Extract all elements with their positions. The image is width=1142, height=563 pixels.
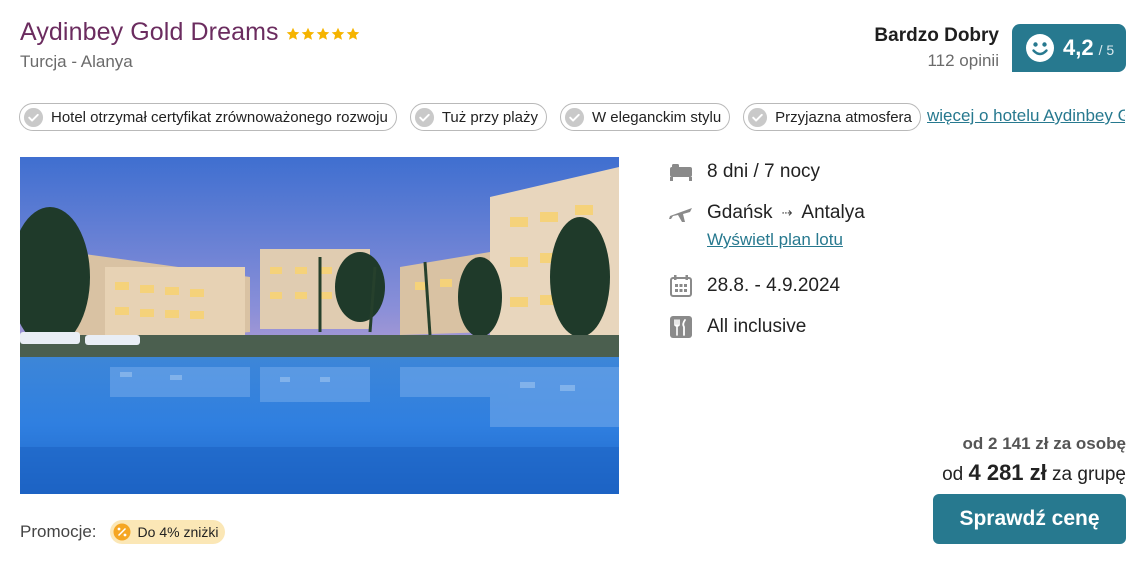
check-circle-icon	[23, 107, 44, 127]
star-icon	[331, 27, 344, 40]
arrival-city: Antalya	[801, 202, 865, 223]
price-per-person: od 2 141 zł za osobę	[962, 434, 1126, 453]
dates-row: 28.8. - 4.9.2024	[668, 271, 865, 301]
more-about-hotel-link[interactable]: więcej o hotelu Aydinbey Gold Dreams	[927, 106, 1125, 126]
rating-badge[interactable]: 4,2 / 5	[1012, 24, 1126, 72]
star-icon	[286, 27, 299, 40]
bed-icon	[670, 164, 692, 181]
promotions: Promocje: Do 4% zniżki	[20, 520, 226, 544]
price-group: od 4 281 zł za grupę	[942, 460, 1126, 486]
rating-score: 4,2	[1063, 35, 1094, 60]
promo-badge-text: Do 4% zniżki	[137, 524, 219, 540]
check-circle-icon	[564, 107, 584, 127]
tag-atmosphere[interactable]: Przyjazna atmosfera	[743, 103, 921, 131]
board-row: All inclusive	[668, 312, 865, 342]
star-rating	[286, 27, 360, 41]
tag-sustainability[interactable]: Hotel otrzymał certyfikat zrównoważonego…	[19, 103, 397, 131]
tag-beach[interactable]: Tuż przy plaży	[409, 103, 547, 131]
price-group-suffix: za grupę	[1052, 464, 1126, 485]
trip-dates: 28.8. - 4.9.2024	[707, 275, 841, 296]
pool-scene-image	[20, 157, 619, 494]
review-count: 112 opinii	[927, 51, 999, 70]
hotel-photo[interactable]	[20, 157, 619, 494]
smiley-icon	[1026, 34, 1054, 62]
discount-icon	[113, 523, 131, 541]
trip-duration: 8 dni / 7 nocy	[707, 161, 821, 182]
tag-label: Przyjazna atmosfera	[775, 108, 912, 126]
price-group-prefix: od	[942, 464, 964, 485]
hotel-title-row: Aydinbey Gold Dreams	[20, 18, 360, 47]
rating-summary[interactable]: Bardzo Dobry 112 opinii	[874, 25, 999, 71]
tag-label: Hotel otrzymał certyfikat zrównoważonego…	[51, 108, 388, 126]
tag-elegant[interactable]: W eleganckim stylu	[559, 103, 731, 131]
trip-info: 8 dni / 7 nocy Gdańsk ⇢ Antalya Wyświetl…	[668, 157, 865, 342]
star-icon	[301, 27, 314, 40]
board-type: All inclusive	[707, 316, 807, 337]
hotel-tags: Hotel otrzymał certyfikat zrównoważonego…	[19, 103, 921, 131]
departure-city: Gdańsk	[707, 202, 773, 223]
flight-row: Gdańsk ⇢ Antalya	[668, 198, 865, 228]
calendar-icon	[670, 275, 692, 297]
promo-label: Promocje:	[20, 522, 97, 541]
cutlery-icon	[670, 316, 692, 338]
hotel-location: Turcja - Alanya	[20, 52, 133, 71]
check-circle-icon	[748, 107, 768, 127]
promo-badge[interactable]: Do 4% zniżki	[109, 520, 226, 544]
star-icon	[316, 27, 329, 40]
duration-row: 8 dni / 7 nocy	[668, 157, 865, 187]
check-circle-icon	[414, 107, 434, 127]
star-icon	[346, 27, 359, 40]
check-price-button[interactable]: Sprawdź cenę	[933, 494, 1126, 544]
flight-plan-link[interactable]: Wyświetl plan lotu	[707, 230, 865, 254]
rating-label: Bardzo Dobry	[874, 25, 999, 46]
plane-icon	[669, 208, 692, 222]
arrow-icon: ⇢	[781, 205, 793, 220]
price-group-amount: 4 281 zł	[968, 460, 1047, 485]
rating-max: / 5	[1098, 41, 1115, 58]
tag-label: Tuż przy plaży	[441, 108, 538, 126]
hotel-name[interactable]: Aydinbey Gold Dreams	[20, 18, 279, 47]
tag-label: W eleganckim stylu	[591, 108, 722, 126]
